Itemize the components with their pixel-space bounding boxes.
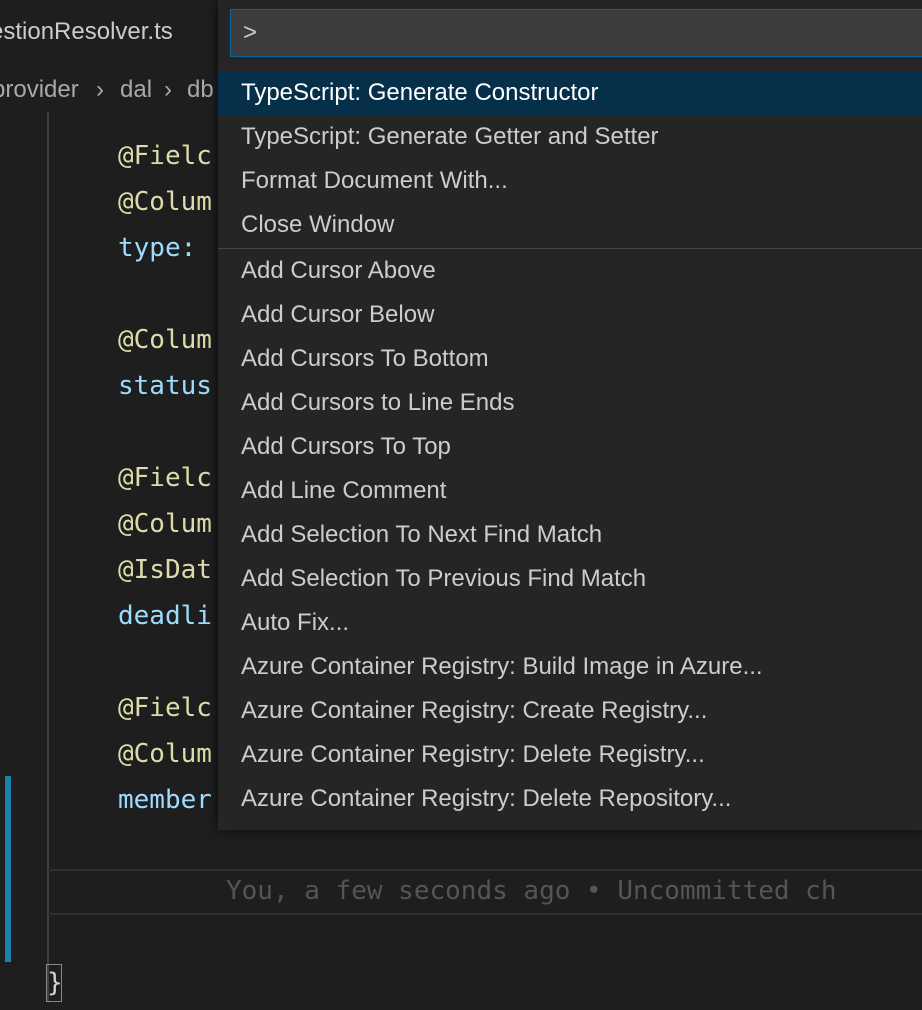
code-line[interactable]: status xyxy=(118,371,212,401)
breadcrumb-item[interactable]: db xyxy=(187,76,214,104)
git-blame-annotation: You, a few seconds ago • Uncommitted ch xyxy=(226,876,837,906)
chevron-right-icon: › xyxy=(96,76,104,103)
command-item[interactable]: Azure Container Registry: Build Image in… xyxy=(218,645,922,689)
code-line[interactable]: member xyxy=(118,785,212,815)
breadcrumb-item[interactable]: provider xyxy=(0,76,79,104)
command-item[interactable]: Azure Container Registry: Delete Registr… xyxy=(218,733,922,777)
command-item[interactable]: Azure Container Registry: Delete Reposit… xyxy=(218,777,922,821)
command-palette: TypeScript: Generate Constructor TypeScr… xyxy=(218,0,922,830)
editor-tab[interactable]: estionResolver.ts xyxy=(0,0,218,66)
command-item[interactable]: TypeScript: Generate Getter and Setter xyxy=(218,115,922,159)
command-list: TypeScript: Generate Constructor TypeScr… xyxy=(218,71,922,821)
command-item[interactable]: Add Cursor Above xyxy=(218,249,922,293)
code-line[interactable]: @Colum xyxy=(118,739,212,769)
code-line[interactable]: @Colum xyxy=(118,187,212,217)
tab-title: estionResolver.ts xyxy=(0,18,173,45)
code-line[interactable]: @Colum xyxy=(118,509,212,539)
command-item[interactable]: Azure Container Registry: Create Registr… xyxy=(218,689,922,733)
command-item[interactable]: Add Cursor Below xyxy=(218,293,922,337)
command-item[interactable]: Add Selection To Previous Find Match xyxy=(218,557,922,601)
code-line[interactable]: type: xyxy=(118,233,212,263)
command-palette-input[interactable] xyxy=(230,9,922,57)
code-line[interactable]: @Colum xyxy=(118,325,212,355)
breadcrumb-item[interactable]: dal xyxy=(120,76,152,104)
command-item[interactable]: TypeScript: Generate Constructor xyxy=(218,71,922,115)
command-item[interactable]: Format Document With... xyxy=(218,159,922,203)
closing-brace[interactable]: } xyxy=(46,964,63,1002)
git-modified-gutter[interactable] xyxy=(5,776,11,962)
command-item[interactable]: Add Cursors To Bottom xyxy=(218,337,922,381)
code-line[interactable]: deadli xyxy=(118,601,212,631)
command-item[interactable]: Add Line Comment xyxy=(218,469,922,513)
code-line[interactable]: @IsDat xyxy=(118,555,212,585)
code-line[interactable]: @Fielc xyxy=(118,693,212,723)
code-line[interactable]: @Fielc xyxy=(118,463,212,493)
command-item[interactable]: Add Selection To Next Find Match xyxy=(218,513,922,557)
command-item[interactable]: Auto Fix... xyxy=(218,601,922,645)
command-item[interactable]: Add Cursors To Top xyxy=(218,425,922,469)
code-line[interactable]: @Fielc xyxy=(118,141,212,171)
chevron-right-icon: › xyxy=(164,76,172,103)
command-item[interactable]: Close Window xyxy=(218,203,922,249)
command-item[interactable]: Add Cursors to Line Ends xyxy=(218,381,922,425)
